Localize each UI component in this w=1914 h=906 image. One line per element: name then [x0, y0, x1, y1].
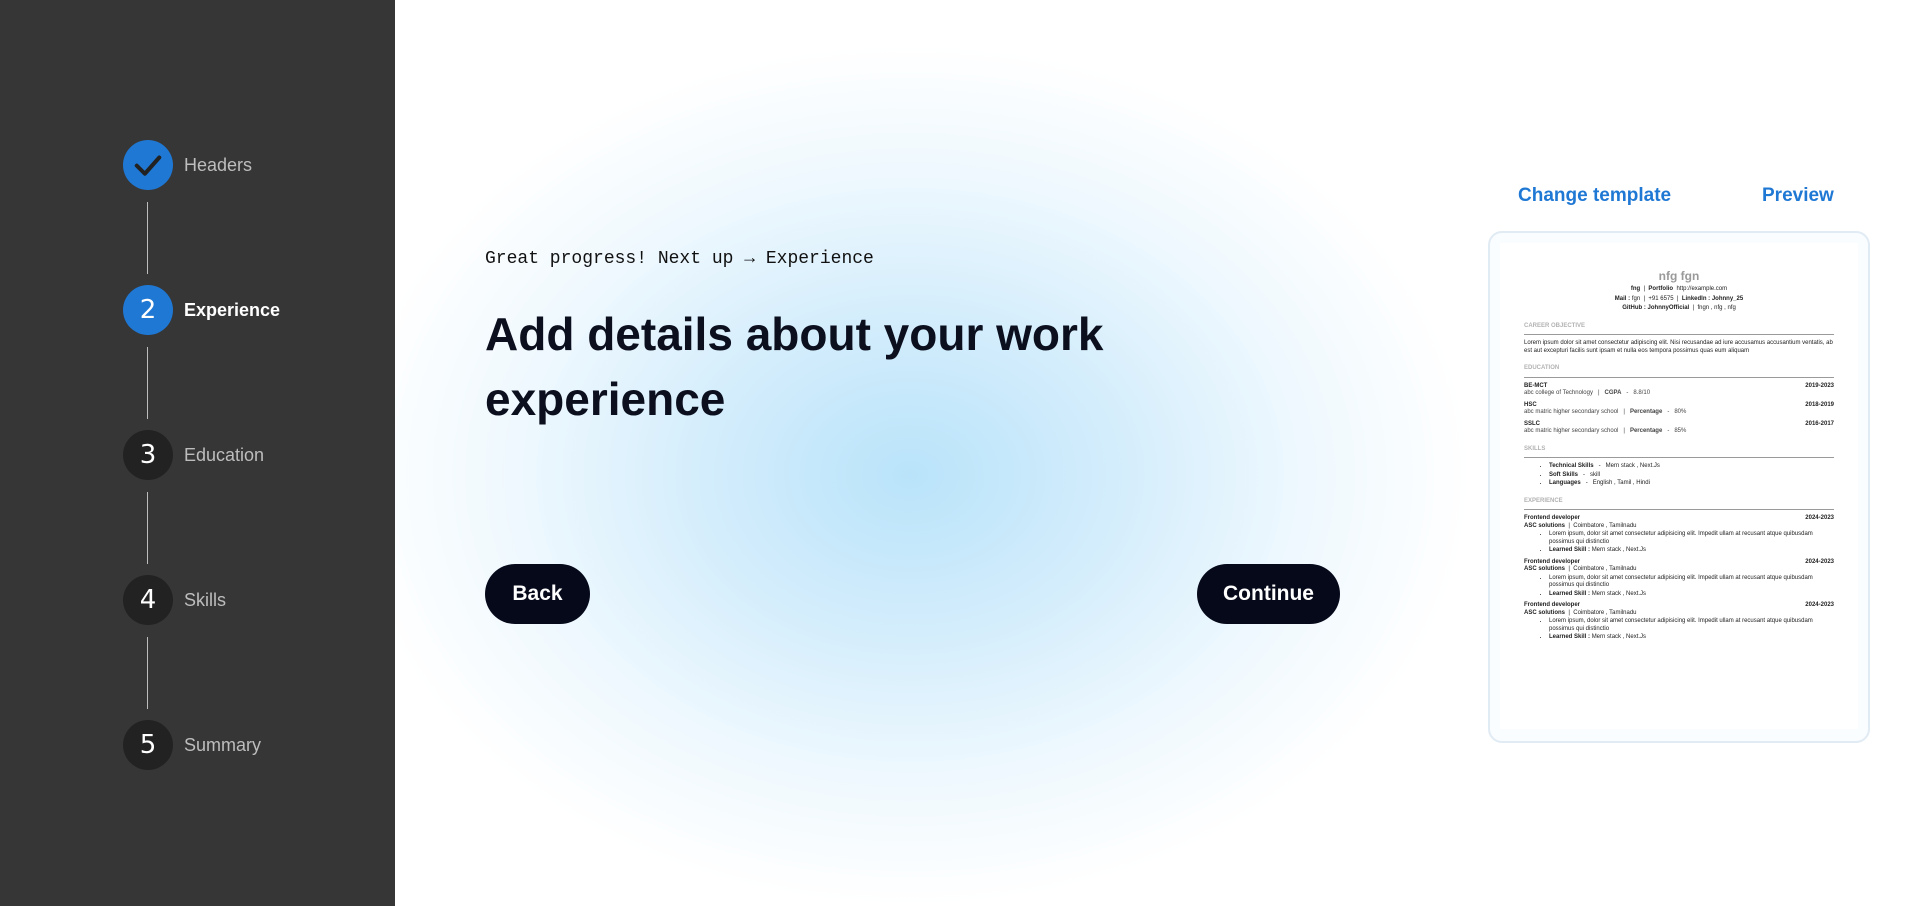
- step-number: 5: [123, 720, 173, 770]
- back-button[interactable]: Back: [485, 564, 590, 624]
- resume-education-item: SSLC 2016-2017 abc matric higher secondar…: [1524, 420, 1834, 435]
- resume-education-item: HSC 2018-2019 abc matric higher secondary…: [1524, 401, 1834, 416]
- continue-button[interactable]: Continue: [1197, 564, 1340, 624]
- progress-kicker: Great progress! Next up → Experience: [485, 249, 874, 269]
- check-icon: [134, 155, 162, 176]
- resume-preview-card[interactable]: nfg fgn fng | Portfolio http://example.c…: [1488, 231, 1870, 743]
- sidebar: Headers 2 Experience 3 Education 4 Skill…: [0, 0, 395, 906]
- resume-contact-line-1: fng | Portfolio http://example.com: [1630, 286, 1728, 292]
- resume-section-heading: CAREER OBJECTIVE: [1524, 323, 1834, 335]
- step-headers[interactable]: Headers: [123, 140, 252, 190]
- resume-skills-list: Technical Skills - Mern stack , Next.Js …: [1524, 463, 1834, 488]
- step-number: 3: [123, 430, 173, 480]
- resume-experience-item: Frontend developer 2024-2023 ASC solution…: [1524, 515, 1834, 555]
- step-connector: [147, 347, 148, 419]
- step-education[interactable]: 3 Education: [123, 430, 264, 480]
- resume-education-item: BE-MCT 2019-2023 abc college of Technolog…: [1524, 382, 1834, 397]
- step-number: 4: [123, 575, 173, 625]
- resume-experience-item: Frontend developer 2024-2023 ASC solution…: [1524, 602, 1834, 642]
- step-label: Headers: [184, 154, 253, 175]
- main-panel: Great progress! Next up → Experience Add…: [395, 0, 1914, 906]
- resume-contact-line-2: Mail : fgn | +91 6575 | LinkedIn : Johnn…: [1614, 295, 1744, 302]
- step-label: Skills: [184, 589, 227, 610]
- step-connector: [147, 637, 148, 709]
- step-summary[interactable]: 5 Summary: [123, 720, 261, 770]
- step-label: Experience: [184, 299, 281, 320]
- step-connector: [147, 492, 148, 564]
- resume-section-heading: SKILLS: [1524, 446, 1834, 458]
- resume-experience-item: Frontend developer 2024-2023 ASC solution…: [1524, 559, 1834, 599]
- step-connector: [147, 202, 148, 274]
- resume-career-text: Lorem ipsum dolor sit amet consectetur a…: [1524, 340, 1833, 354]
- step-label: Summary: [184, 734, 262, 755]
- resume-name: nfg fgn: [1658, 269, 1700, 283]
- page-title: Add details about your work experience: [485, 308, 1104, 425]
- resume-section-heading: EDUCATION: [1524, 365, 1834, 378]
- resume-section-heading: EXPERIENCE: [1524, 498, 1834, 510]
- step-skills[interactable]: 4 Skills: [123, 575, 226, 625]
- change-template-link[interactable]: Change template: [1518, 185, 1671, 207]
- step-number: 2: [123, 285, 173, 335]
- step-circle: [123, 140, 173, 190]
- resume-paper: nfg fgn fng | Portfolio http://example.c…: [1500, 243, 1858, 729]
- step-label: Education: [184, 444, 265, 465]
- preview-link[interactable]: Preview: [1762, 185, 1834, 207]
- step-experience[interactable]: 2 Experience: [123, 285, 280, 335]
- resume-contact-line-3: GitHub : JohnnyOfficial | fngn , nfg , n…: [1622, 305, 1736, 311]
